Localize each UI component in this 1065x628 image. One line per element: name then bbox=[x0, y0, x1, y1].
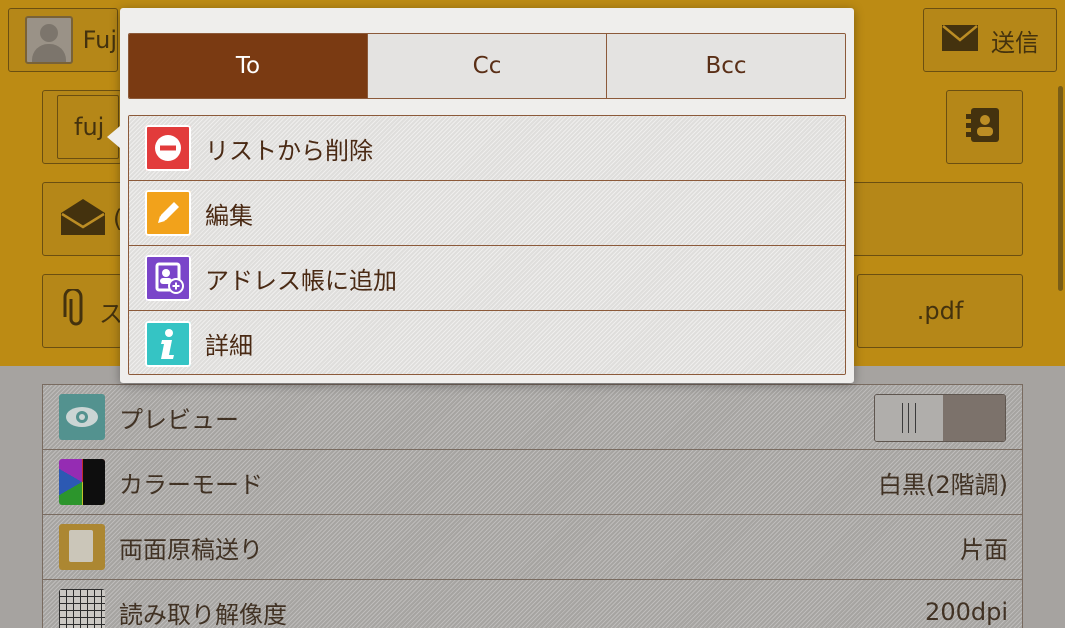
recipient-type-tabs: To Cc Bcc bbox=[128, 33, 846, 99]
menu-item-add-to-address-book[interactable]: アドレス帳に追加 bbox=[129, 246, 845, 311]
tab-bcc[interactable]: Bcc bbox=[606, 34, 845, 98]
menu-item-label: アドレス帳に追加 bbox=[205, 266, 397, 295]
info-icon bbox=[145, 320, 191, 367]
pencil-icon bbox=[145, 190, 191, 236]
menu-item-label: リストから削除 bbox=[205, 136, 373, 165]
tab-to[interactable]: To bbox=[129, 34, 367, 98]
popover-arrow bbox=[107, 126, 120, 148]
menu-item-edit[interactable]: 編集 bbox=[129, 181, 845, 246]
remove-circle-icon bbox=[145, 125, 191, 171]
menu-item-remove-from-list[interactable]: リストから削除 bbox=[129, 116, 845, 181]
menu-item-label: 詳細 bbox=[205, 332, 253, 360]
address-book-add-icon bbox=[145, 255, 191, 301]
menu-item-label: 編集 bbox=[205, 201, 253, 230]
recipient-action-menu: リストから削除 編集 アドレス帳に追加 詳細 bbox=[128, 115, 846, 375]
menu-item-details[interactable]: 詳細 bbox=[129, 311, 845, 374]
recipient-popover: To Cc Bcc リストから削除 編集 アドレス帳に追加 詳細 bbox=[107, 8, 854, 383]
tab-cc[interactable]: Cc bbox=[367, 34, 606, 98]
